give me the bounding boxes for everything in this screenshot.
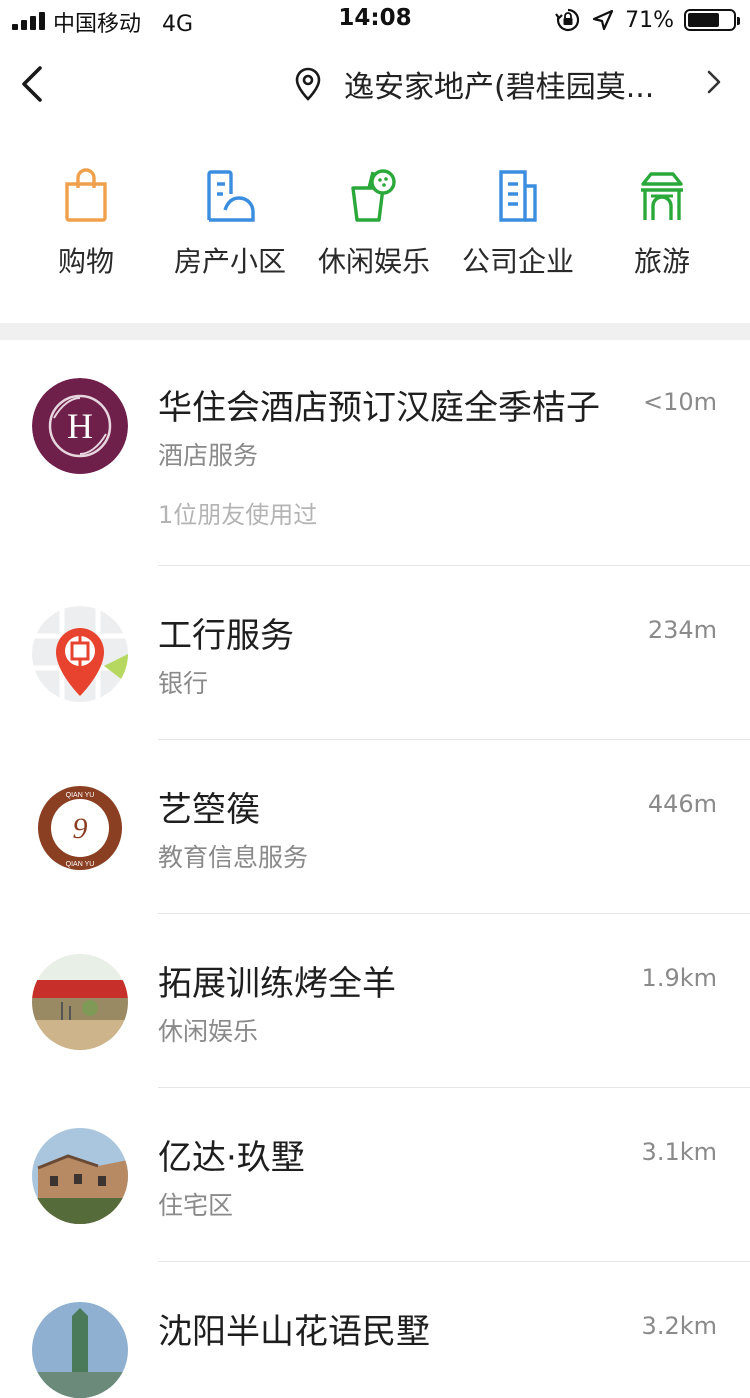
gate-icon bbox=[641, 172, 683, 220]
place-distance: 3.1km bbox=[641, 1138, 717, 1166]
place-item[interactable]: 亿达·玖墅 住宅区 3.1km bbox=[0, 1088, 750, 1262]
place-item[interactable]: 9 QIAN YU QIAN YU 艺箜篌 教育信息服务 446m bbox=[0, 740, 750, 914]
place-title: 拓展训练烤全羊 bbox=[158, 964, 396, 1004]
battery-percent: 71% bbox=[625, 7, 674, 33]
place-list: H 华住会酒店预订汉庭全季桔子 酒店服务 1位朋友使用过 <10m 工行服务 银… bbox=[0, 340, 750, 1398]
category-company[interactable]: 公司企业 bbox=[446, 160, 590, 280]
hotel-logo: H bbox=[32, 378, 128, 474]
courtyard-photo bbox=[32, 954, 128, 1050]
place-category: 酒店服务 bbox=[158, 441, 259, 470]
svg-text:9: 9 bbox=[73, 812, 88, 845]
place-title: 工行服务 bbox=[158, 616, 294, 656]
place-category: 住宅区 bbox=[158, 1191, 234, 1220]
location-arrow-icon bbox=[592, 9, 614, 31]
category-travel[interactable]: 旅游 bbox=[590, 160, 734, 280]
orientation-lock-icon bbox=[555, 8, 580, 32]
category-label: 购物 bbox=[57, 245, 114, 278]
place-item[interactable]: 拓展训练烤全羊 休闲娱乐 1.9km bbox=[0, 914, 750, 1088]
category-label: 房产小区 bbox=[173, 245, 286, 278]
map-pin-icon bbox=[295, 67, 321, 101]
place-distance: <10m bbox=[642, 388, 717, 416]
place-distance: 3.2km bbox=[641, 1312, 717, 1340]
svg-text:QIAN YU: QIAN YU bbox=[66, 792, 95, 799]
place-title: 华住会酒店预订汉庭全季桔子 bbox=[158, 388, 600, 428]
place-item[interactable]: H 华住会酒店预订汉庭全季桔子 酒店服务 1位朋友使用过 <10m bbox=[0, 340, 750, 566]
place-category: 教育信息服务 bbox=[158, 843, 309, 872]
place-distance: 446m bbox=[647, 790, 717, 818]
svg-text:H: H bbox=[67, 406, 93, 446]
section-divider bbox=[0, 323, 750, 340]
villa-photo bbox=[32, 1128, 128, 1224]
document-icon bbox=[499, 170, 537, 222]
place-distance: 1.9km bbox=[641, 964, 717, 992]
current-location: 逸安家地产(碧桂园莫... bbox=[344, 70, 655, 105]
place-title: 艺箜篌 bbox=[158, 790, 260, 830]
battery-icon bbox=[684, 9, 740, 31]
place-item[interactable]: 沈阳半山花语民墅 3.2km bbox=[0, 1262, 750, 1398]
drink-icon bbox=[351, 169, 396, 222]
tower-photo bbox=[32, 1302, 128, 1398]
category-label: 休闲娱乐 bbox=[317, 245, 430, 278]
category-real-estate[interactable]: 房产小区 bbox=[158, 160, 302, 280]
location-selector[interactable]: 逸安家地产(碧桂园莫... bbox=[292, 62, 654, 106]
shopping-bag-icon bbox=[65, 168, 107, 222]
place-category: 银行 bbox=[158, 669, 209, 698]
status-bar: 中国移动 4G 14:08 71% bbox=[0, 0, 750, 40]
building-icon bbox=[207, 170, 255, 222]
place-title: 亿达·玖墅 bbox=[158, 1138, 305, 1178]
category-shopping[interactable]: 购物 bbox=[14, 160, 158, 280]
category-bar: 购物 房产小区 休闲娱乐 公司企业 旅游 bbox=[0, 160, 750, 300]
icbc-logo bbox=[32, 606, 128, 702]
place-distance: 234m bbox=[647, 616, 717, 644]
place-title: 沈阳半山花语民墅 bbox=[158, 1312, 430, 1352]
svg-text:QIAN YU: QIAN YU bbox=[66, 861, 95, 868]
category-label: 旅游 bbox=[633, 245, 690, 278]
chevron-right-icon[interactable] bbox=[704, 68, 724, 96]
category-leisure[interactable]: 休闲娱乐 bbox=[302, 160, 446, 280]
friends-used: 1位朋友使用过 bbox=[158, 501, 318, 529]
place-item[interactable]: 工行服务 银行 234m bbox=[0, 566, 750, 740]
place-category: 休闲娱乐 bbox=[158, 1017, 259, 1046]
back-icon[interactable] bbox=[16, 64, 52, 104]
nav-bar: 逸安家地产(碧桂园莫... bbox=[0, 40, 750, 128]
qianyu-logo: 9 QIAN YU QIAN YU bbox=[32, 780, 128, 876]
category-label: 公司企业 bbox=[461, 245, 574, 278]
